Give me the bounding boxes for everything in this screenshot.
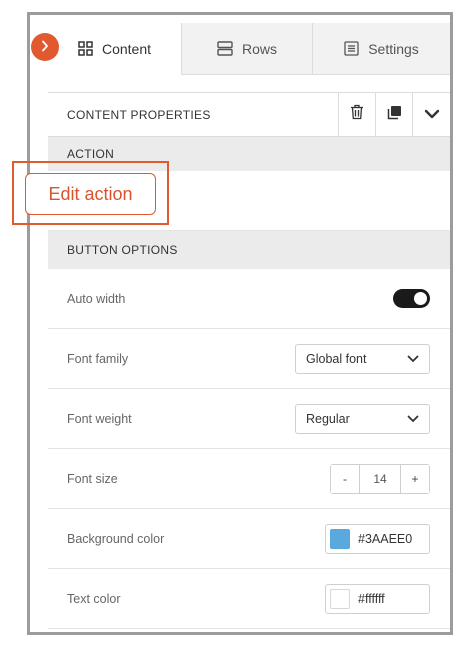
font-family-value: Global font xyxy=(306,351,367,366)
tab-content[interactable]: Content xyxy=(48,23,181,75)
font-weight-value: Regular xyxy=(306,411,350,426)
delete-button[interactable] xyxy=(338,92,375,137)
background-color-label: Background color xyxy=(67,531,165,546)
tab-rows-label: Rows xyxy=(241,40,277,57)
chevron-down-icon xyxy=(407,352,419,366)
font-size-increment-button[interactable]: + xyxy=(401,464,429,493)
auto-width-toggle[interactable] xyxy=(393,289,430,308)
text-color-swatch[interactable] xyxy=(330,588,350,609)
trash-icon xyxy=(350,104,364,125)
font-weight-label: Font weight xyxy=(67,411,132,426)
text-color-label: Text color xyxy=(67,591,121,606)
text-color-row: Text color #ffffff xyxy=(48,569,450,629)
background-color-swatch[interactable] xyxy=(330,528,350,549)
font-size-decrement-button[interactable]: - xyxy=(331,464,359,493)
chevron-down-icon xyxy=(407,412,419,426)
auto-width-label: Auto width xyxy=(67,291,126,306)
tab-settings-label: Settings xyxy=(368,40,419,57)
duplicate-icon xyxy=(387,105,402,125)
duplicate-button[interactable] xyxy=(375,92,412,137)
content-properties-title: CONTENT PROPERTIES xyxy=(67,107,211,122)
font-size-input[interactable]: 14 xyxy=(359,464,401,493)
tab-settings[interactable]: Settings xyxy=(312,23,450,75)
font-size-row: Font size - 14 + xyxy=(48,449,450,509)
tab-rows[interactable]: Rows xyxy=(181,23,312,75)
toggle-knob xyxy=(414,292,427,305)
font-family-row: Font family Global font xyxy=(48,329,450,389)
font-size-stepper: - 14 + xyxy=(330,463,430,494)
chevron-right-icon xyxy=(41,39,49,55)
font-size-label: Font size xyxy=(67,471,118,486)
settings-list-icon xyxy=(344,41,359,56)
background-color-row: Background color #3AAEE0 xyxy=(48,509,450,569)
button-options-title: BUTTON OPTIONS xyxy=(67,243,178,257)
rows-icon xyxy=(217,41,233,56)
sidebar-frame: Content Rows Settings CONTENT PROPERTIES xyxy=(27,12,453,635)
content-properties-header: CONTENT PROPERTIES xyxy=(48,92,450,137)
background-color-field[interactable]: #3AAEE0 xyxy=(325,523,430,554)
background-color-value: #3AAEE0 xyxy=(358,531,413,546)
tab-bar: Content Rows Settings xyxy=(48,23,450,75)
edit-action-button[interactable]: Edit action xyxy=(25,173,156,215)
action-section-title: ACTION xyxy=(67,147,115,161)
button-options-header: BUTTON OPTIONS xyxy=(48,231,450,269)
expand-sidebar-button[interactable] xyxy=(31,33,59,61)
content-properties-panel: Content Rows Settings CONTENT PROPERTIES xyxy=(48,15,450,632)
font-family-select[interactable]: Global font xyxy=(295,343,430,374)
text-color-field[interactable]: #ffffff xyxy=(325,583,430,614)
font-weight-select[interactable]: Regular xyxy=(295,403,430,434)
tab-spacer xyxy=(48,75,450,93)
chevron-down-icon xyxy=(424,106,440,124)
font-weight-row: Font weight Regular xyxy=(48,389,450,449)
auto-width-row: Auto width xyxy=(48,269,450,329)
tab-content-label: Content xyxy=(101,40,152,57)
grid-icon xyxy=(78,41,93,56)
text-color-value: #ffffff xyxy=(358,591,385,606)
font-family-label: Font family xyxy=(67,351,129,366)
collapse-button[interactable] xyxy=(412,92,450,137)
